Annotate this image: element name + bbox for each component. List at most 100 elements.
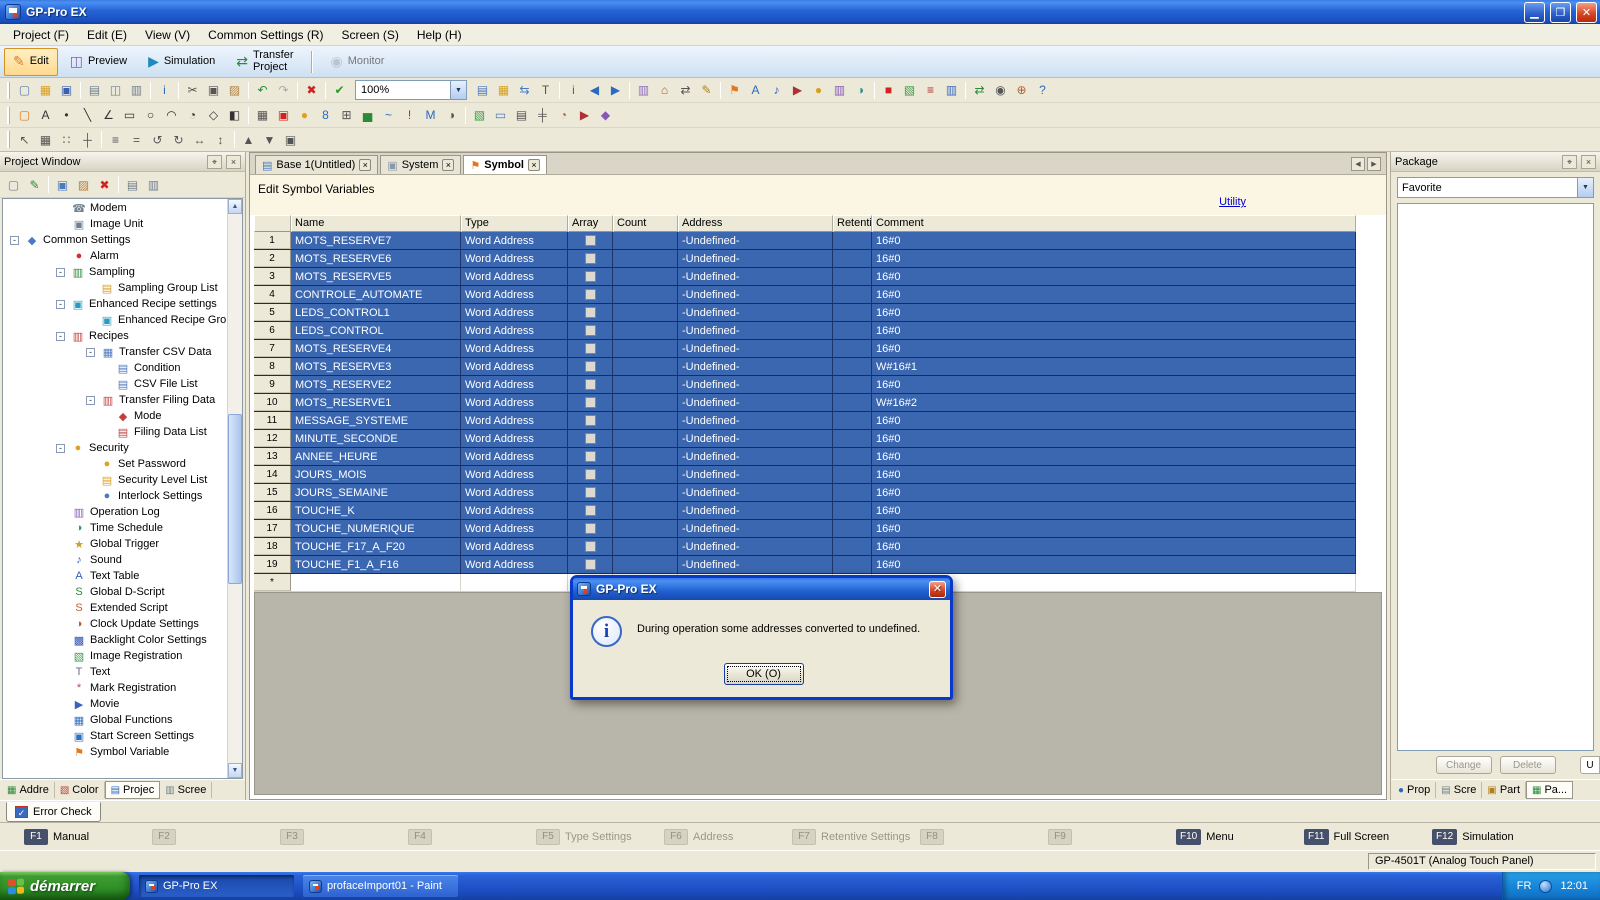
mode-button-transfer-project[interactable]: ⇄Transfer Project bbox=[227, 48, 302, 76]
tree-item-text[interactable]: TText bbox=[4, 664, 226, 680]
logic-program-icon[interactable]: ≡ bbox=[920, 80, 941, 101]
expander-icon[interactable]: - bbox=[56, 268, 65, 277]
array-checkbox[interactable] bbox=[585, 289, 596, 300]
tree-item-mark-registration[interactable]: *Mark Registration bbox=[4, 680, 226, 696]
column-header-name[interactable]: Name bbox=[291, 215, 461, 232]
tree-item-modem[interactable]: ☎Modem bbox=[4, 200, 226, 216]
address-settings-icon[interactable]: ⌂ bbox=[654, 80, 675, 101]
copy-item-icon[interactable]: ▣ bbox=[52, 174, 73, 195]
title-settings-icon[interactable]: T bbox=[535, 80, 556, 101]
panel-tab-prop[interactable]: ●Prop bbox=[1393, 782, 1436, 798]
toolbar-grip[interactable] bbox=[7, 131, 10, 148]
array-checkbox[interactable] bbox=[585, 559, 596, 570]
pin-icon[interactable]: ⌖ bbox=[207, 155, 222, 169]
symbol-row[interactable]: 10MOTS_RESERVE1Word Address-Undefined-W#… bbox=[254, 394, 1356, 412]
scroll-thumb[interactable] bbox=[228, 414, 242, 584]
redo-icon[interactable]: ↷ bbox=[273, 80, 294, 101]
rotate-left-icon[interactable]: ↺ bbox=[147, 129, 168, 150]
rotate-right-icon[interactable]: ↻ bbox=[168, 129, 189, 150]
array-checkbox[interactable] bbox=[585, 433, 596, 444]
datetime-part-icon[interactable]: ◑ bbox=[441, 105, 462, 126]
array-checkbox[interactable] bbox=[585, 415, 596, 426]
trend-part-icon[interactable]: ~ bbox=[378, 105, 399, 126]
column-header-comment[interactable]: Comment bbox=[872, 215, 1356, 232]
array-checkbox[interactable] bbox=[585, 379, 596, 390]
pin-icon[interactable]: ⌖ bbox=[1562, 155, 1577, 169]
print-preview-icon[interactable]: ◫ bbox=[105, 80, 126, 101]
array-checkbox[interactable] bbox=[585, 541, 596, 552]
expander-icon[interactable]: - bbox=[56, 300, 65, 309]
tree-item-transfer-csv-data[interactable]: -▦Transfer CSV Data bbox=[4, 344, 226, 360]
tree-item-operation-log[interactable]: ▥Operation Log bbox=[4, 504, 226, 520]
symbol-row[interactable]: 15JOURS_SEMAINEWord Address-Undefined-16… bbox=[254, 484, 1356, 502]
zoom-select[interactable]: 100% ▼ bbox=[355, 80, 467, 100]
symbol-row[interactable]: 6LEDS_CONTROLWord Address-Undefined-16#0 bbox=[254, 322, 1356, 340]
tab-system[interactable]: ▣System× bbox=[380, 155, 461, 174]
symbol-row[interactable]: 9MOTS_RESERVE2Word Address-Undefined-16#… bbox=[254, 376, 1356, 394]
menu-project-f[interactable]: Project (F) bbox=[4, 25, 78, 45]
print-icon[interactable]: ▥ bbox=[126, 80, 147, 101]
tree-item-image-registration[interactable]: ▧Image Registration bbox=[4, 648, 226, 664]
tree-item-recipes[interactable]: -▥Recipes bbox=[4, 328, 226, 344]
symbol-row[interactable]: 18TOUCHE_F17_A_F20Word Address-Undefined… bbox=[254, 538, 1356, 556]
text-tool-icon[interactable]: A bbox=[35, 105, 56, 126]
screen-list-icon[interactable]: ▤ bbox=[472, 80, 493, 101]
fill-tool-icon[interactable]: ◧ bbox=[224, 105, 245, 126]
symbol-row[interactable]: 17TOUCHE_NUMERIQUEWord Address-Undefined… bbox=[254, 520, 1356, 538]
tree-scrollbar[interactable]: ▲ ▼ bbox=[227, 199, 242, 778]
polyline-tool-icon[interactable]: ∠ bbox=[98, 105, 119, 126]
tree-item-set-password[interactable]: ●Set Password bbox=[4, 456, 226, 472]
scroll-down-icon[interactable]: ▼ bbox=[228, 763, 242, 778]
rect-tool-icon[interactable]: ▭ bbox=[119, 105, 140, 126]
tree-item-security[interactable]: -●Security bbox=[4, 440, 226, 456]
error-check-tab[interactable]: ✓ Error Check bbox=[6, 802, 101, 822]
tree-item-symbol-variable[interactable]: ⚑Symbol Variable bbox=[4, 744, 226, 760]
operation-log-icon[interactable]: ▥ bbox=[829, 80, 850, 101]
array-checkbox[interactable] bbox=[585, 505, 596, 516]
picture-part-icon[interactable]: ▧ bbox=[469, 105, 490, 126]
symbol-row[interactable]: 19TOUCHE_F1_A_F16Word Address-Undefined-… bbox=[254, 556, 1356, 574]
package-category-select[interactable]: Favorite ▼ bbox=[1397, 177, 1594, 198]
transfer-project-icon[interactable]: ⇄ bbox=[969, 80, 990, 101]
delete-button[interactable]: Delete bbox=[1500, 756, 1556, 774]
pie-tool-icon[interactable]: ◔ bbox=[182, 105, 203, 126]
utility-link[interactable]: Utility bbox=[1219, 196, 1246, 208]
tree-item-sampling[interactable]: -▥Sampling bbox=[4, 264, 226, 280]
time-schedule-icon[interactable]: ◑ bbox=[850, 80, 871, 101]
delete-item-icon[interactable]: ✖ bbox=[94, 174, 115, 195]
data-display-part-icon[interactable]: 8 bbox=[315, 105, 336, 126]
paste-item-icon[interactable]: ▨ bbox=[73, 174, 94, 195]
monitor-tool-icon[interactable]: ◉ bbox=[990, 80, 1011, 101]
tree-item-enhanced-recipe-group-list[interactable]: ▣Enhanced Recipe Group List bbox=[4, 312, 226, 328]
symbol-row[interactable]: 4CONTROLE_AUTOMATEWord Address-Undefined… bbox=[254, 286, 1356, 304]
menu-help-h[interactable]: Help (H) bbox=[408, 25, 471, 45]
align-left-icon[interactable]: ≡ bbox=[105, 129, 126, 150]
tree-item-image-unit[interactable]: ▣Image Unit bbox=[4, 216, 226, 232]
symbol-row[interactable]: 8MOTS_RESERVE3Word Address-Undefined-W#1… bbox=[254, 358, 1356, 376]
mode-button-edit[interactable]: ✎Edit bbox=[4, 48, 58, 76]
save-icon[interactable]: ▣ bbox=[56, 80, 77, 101]
undo-icon[interactable]: ↶ bbox=[252, 80, 273, 101]
column-header-count[interactable]: Count bbox=[613, 215, 678, 232]
symbol-row[interactable]: 2MOTS_RESERVE6Word Address-Undefined-16#… bbox=[254, 250, 1356, 268]
screen-info-icon[interactable]: i bbox=[563, 80, 584, 101]
tree-item-clock-update-settings[interactable]: ◑Clock Update Settings bbox=[4, 616, 226, 632]
flip-vertical-icon[interactable]: ↕ bbox=[210, 129, 231, 150]
cut-icon[interactable]: ✂ bbox=[182, 80, 203, 101]
slider-part-icon[interactable]: ╪ bbox=[532, 105, 553, 126]
close-panel-icon[interactable]: × bbox=[226, 155, 241, 169]
snap-icon[interactable]: ∷ bbox=[56, 129, 77, 150]
truncated-button[interactable]: U bbox=[1580, 756, 1600, 774]
error-check-icon[interactable]: ✔ bbox=[329, 80, 350, 101]
option-settings-icon[interactable]: ⊕ bbox=[1011, 80, 1032, 101]
tree-item-backlight-color-settings[interactable]: ▩Backlight Color Settings bbox=[4, 632, 226, 648]
tab-base-1-untitled[interactable]: ▤Base 1(Untitled)× bbox=[255, 155, 378, 174]
keypad-part-icon[interactable]: ⊞ bbox=[336, 105, 357, 126]
symbol-row[interactable]: 5LEDS_CONTROL1Word Address-Undefined-16#… bbox=[254, 304, 1356, 322]
special-part-icon[interactable]: ◆ bbox=[595, 105, 616, 126]
tree-item-text-table[interactable]: AText Table bbox=[4, 568, 226, 584]
scroll-up-icon[interactable]: ▲ bbox=[228, 199, 242, 214]
tree-item-global-d-script[interactable]: SGlobal D-Script bbox=[4, 584, 226, 600]
symbol-row[interactable]: 11MESSAGE_SYSTEMEWord Address-Undefined-… bbox=[254, 412, 1356, 430]
column-header-array[interactable]: Array bbox=[568, 215, 613, 232]
